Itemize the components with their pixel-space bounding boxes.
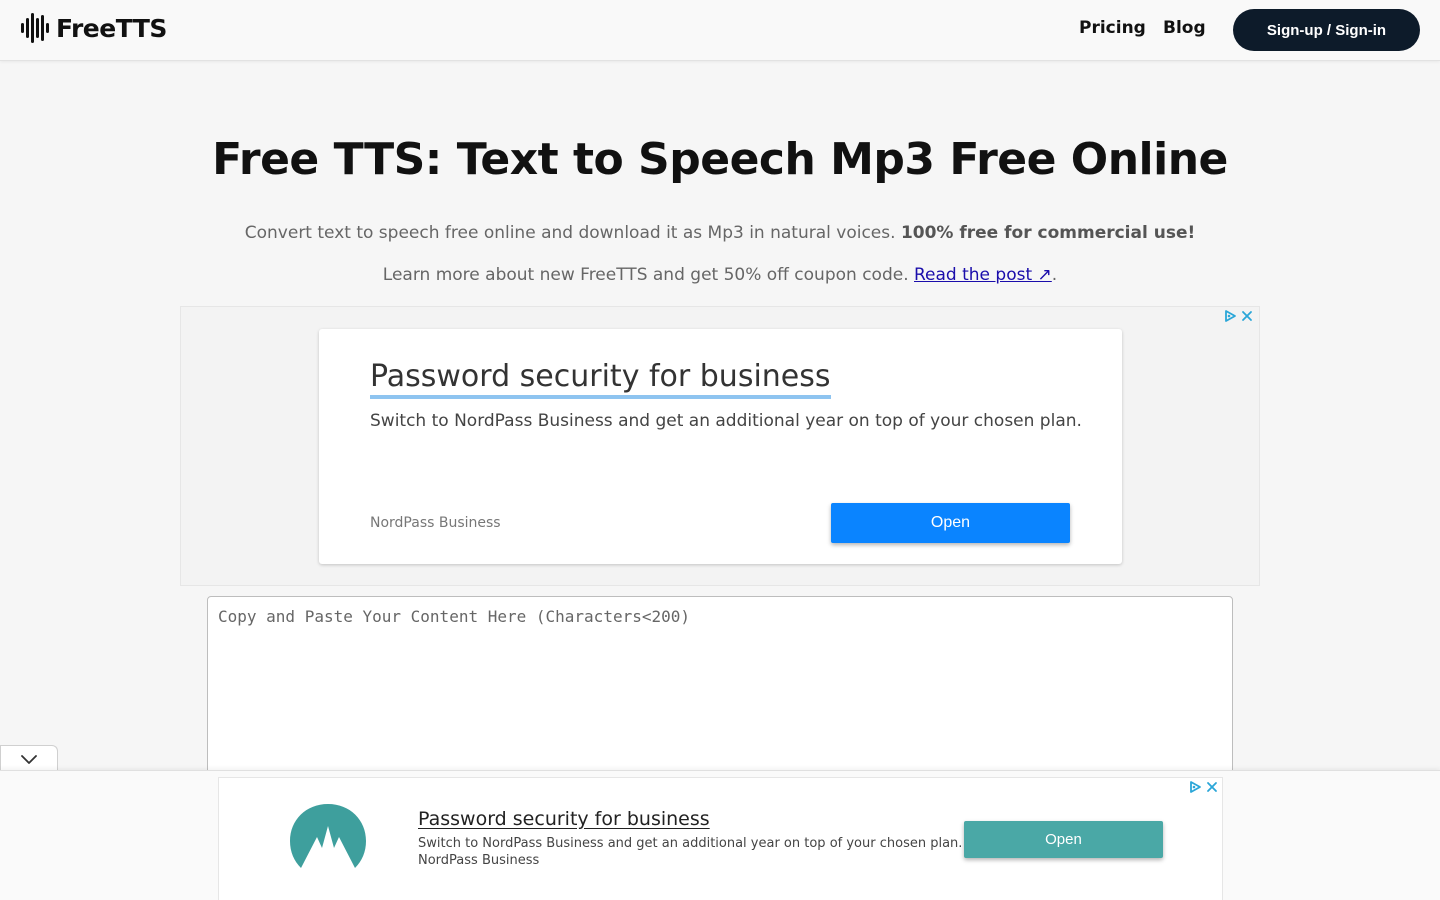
ad-choices-icon[interactable] <box>1188 780 1202 794</box>
ad-controls-bottom <box>1188 780 1218 794</box>
ad-description-bottom: Switch to NordPass Business and get an a… <box>418 836 963 851</box>
hero-post-line: Learn more about new FreeTTS and get 50%… <box>0 265 1440 285</box>
ad-controls <box>1223 309 1253 323</box>
chevron-down-icon <box>21 755 37 764</box>
ad-title-bottom[interactable]: Password security for business <box>418 808 710 830</box>
hero-subtitle: Convert text to speech free online and d… <box>0 223 1440 243</box>
ad-open-button[interactable]: Open <box>831 503 1070 543</box>
hero-post-end: . <box>1051 265 1058 285</box>
page-title: Free TTS: Text to Speech Mp3 Free Online <box>212 134 1228 185</box>
ad-brand-bottom: NordPass Business <box>418 853 540 868</box>
close-icon[interactable] <box>1241 310 1253 322</box>
soundwave-logo-icon <box>21 13 49 43</box>
content-textarea[interactable] <box>207 596 1233 796</box>
hero-post-text: Learn more about new FreeTTS and get 50%… <box>382 265 914 285</box>
nav-pricing[interactable]: Pricing <box>1079 18 1146 38</box>
ad-banner-bottom[interactable]: Password security for business Switch to… <box>218 777 1223 900</box>
logo-text: FreeTTS <box>56 13 167 43</box>
logo[interactable]: FreeTTS <box>20 12 167 44</box>
hero-subtitle-bold: 100% free for commercial use! <box>900 223 1196 243</box>
ad-choices-icon[interactable] <box>1223 309 1237 323</box>
mountain-logo-icon[interactable] <box>289 804 367 870</box>
signin-button[interactable]: Sign-up / Sign-in <box>1233 9 1420 51</box>
ad-card[interactable]: Password security for business Switch to… <box>319 329 1122 564</box>
ad-banner-top: Password security for business Switch to… <box>180 306 1260 586</box>
collapse-ad-toggle[interactable] <box>0 745 58 772</box>
read-post-link[interactable]: Read the post ↗ <box>914 265 1052 285</box>
hero-subtitle-text: Convert text to speech free online and d… <box>244 223 901 243</box>
site-header: FreeTTS Pricing Blog Sign-up / Sign-in <box>0 0 1440 61</box>
ad-title[interactable]: Password security for business <box>370 359 831 399</box>
ad-open-button-bottom[interactable]: Open <box>964 821 1163 858</box>
close-icon[interactable] <box>1206 781 1218 793</box>
anchor-ad-bar: Password security for business Switch to… <box>0 770 1440 900</box>
nav-blog[interactable]: Blog <box>1163 18 1206 38</box>
ad-description: Switch to NordPass Business and get an a… <box>370 411 1082 431</box>
ad-brand: NordPass Business <box>370 515 501 531</box>
